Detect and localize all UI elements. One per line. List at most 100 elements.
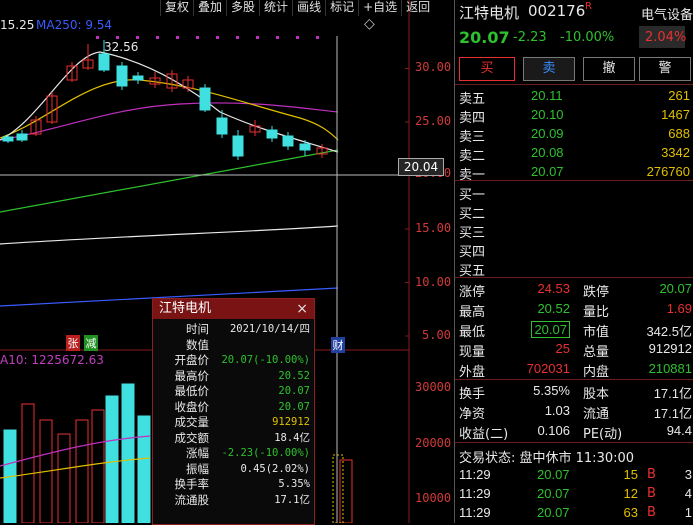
chart-toolbar: 复权 叠加 多股 统计 画线 标记 +自选 返回 (160, 0, 434, 16)
divider (455, 84, 693, 85)
tooltip-row: 涨幅 -2.23(-10.00%) (153, 446, 314, 462)
tick-side: B (647, 505, 656, 520)
tooltip-row: 时间 2021/10/14/四 (153, 322, 314, 338)
ma10-line (0, 79, 339, 141)
volume-tick: 10000 (415, 491, 452, 505)
tooltip-row-value: 912912 (272, 416, 310, 428)
diamond-icon[interactable]: ◇ (364, 16, 375, 32)
volume-bar (105, 395, 119, 523)
marker-dot (196, 36, 199, 39)
stat-value: 24.53 (537, 281, 570, 296)
tooltip-row-label: 最高价 (174, 368, 210, 383)
volume-bar (75, 419, 89, 523)
divider (455, 442, 693, 443)
toolbar-item[interactable]: 画线 (292, 0, 325, 16)
volume-bar (57, 433, 71, 523)
bid-label: 买二 (459, 207, 486, 222)
tooltip-row-label: 最低价 (174, 384, 210, 398)
ask-price[interactable]: 20.08 (531, 145, 564, 160)
tag-zhang[interactable]: 张 (66, 335, 80, 351)
cursor-price-label: 20.04 (398, 158, 444, 176)
tick-time: 11:29 (459, 467, 491, 482)
divider (455, 277, 693, 278)
price-tick: 10.00 (415, 275, 452, 289)
sector-pct: 2.04% (645, 30, 687, 45)
sell-button[interactable]: 卖 (523, 57, 575, 81)
sector-name[interactable]: 电气设备 (641, 4, 693, 23)
candle-body (116, 65, 128, 87)
toolbar-item[interactable]: 叠加 (193, 0, 226, 16)
tooltip-row-label: 流通股 (174, 492, 210, 507)
ma20-line (0, 102, 339, 141)
stat-value: 1.69 (666, 301, 692, 316)
ask-price[interactable]: 20.07 (531, 164, 564, 179)
tooltip-row: 成交量 912912 (153, 415, 314, 431)
stat-label: 净资 (459, 407, 486, 422)
stat-value: 342.5亿 (646, 324, 692, 339)
ma120-line (0, 225, 339, 245)
alert-button[interactable]: 警 (639, 57, 691, 81)
tooltip-row-label: 数值 (186, 337, 209, 352)
tick-side: B (647, 467, 656, 482)
ma250-label: MA250: 9.54 (36, 18, 113, 32)
tooltip-row-value: 17.1亿 (274, 493, 310, 506)
divider (455, 180, 693, 181)
ask-label: 卖三 (459, 130, 486, 145)
marker-dot (236, 36, 239, 39)
toolbar-item[interactable]: 统计 (259, 0, 292, 16)
candle-body (2, 136, 14, 142)
stat-label: 内盘 (583, 365, 610, 380)
ask-volume: 3342 (661, 145, 690, 160)
tooltip-row: 收盘价 20.07 (153, 400, 314, 416)
candle-body (16, 133, 28, 141)
toolbar-item[interactable]: 返回 (401, 0, 434, 16)
tooltip-row-label: 收盘价 (174, 399, 210, 414)
ask-price[interactable]: 20.09 (531, 126, 564, 141)
toolbar-item[interactable]: +自选 (358, 0, 401, 16)
bid-label: 买四 (459, 245, 486, 260)
buy-button[interactable]: 买 (459, 57, 515, 81)
tick-price: 20.07 (537, 505, 570, 520)
price-tick: 25.00 (415, 114, 452, 128)
tooltip-row-label: 成交额 (174, 430, 210, 445)
tick-count: 1 (684, 505, 692, 520)
volume-bar (91, 409, 105, 523)
high-price-label: 32.56 (104, 40, 139, 54)
toolbar-item[interactable]: 多股 (226, 0, 259, 16)
volume-bar (137, 415, 151, 523)
candle-body (216, 117, 228, 135)
marker-dot (216, 36, 219, 39)
tooltip-row-label: 换手率 (174, 477, 210, 491)
tooltip-row-label: 振幅 (186, 461, 209, 476)
tooltip-row-value: 18.4亿 (274, 431, 310, 444)
tick-price: 20.07 (537, 486, 570, 501)
tooltip-row-value: 0.45(2.02%) (240, 462, 310, 475)
tick-volume: 63 (623, 505, 638, 520)
marker-dot (156, 36, 159, 39)
tooltip-header: 江特电机 × (153, 299, 314, 319)
tick-time: 11:29 (459, 486, 491, 501)
tick-time: 11:29 (459, 505, 491, 520)
stock-code: 002176 (528, 2, 586, 20)
volume-ma-label: A10: 1225672.63 (0, 353, 104, 367)
tooltip-row-value: 5.35% (278, 478, 310, 490)
ask-volume: 276760 (646, 164, 690, 179)
tag-cai[interactable]: 财 (331, 337, 345, 353)
stat-value: 94.4 (666, 423, 692, 438)
tooltip-row: 开盘价 20.07(-10.00%) (153, 353, 314, 369)
stock-badge: R (585, 1, 592, 12)
ask-price[interactable]: 20.10 (531, 107, 564, 122)
toolbar-item[interactable]: 复权 (160, 0, 193, 16)
marker-dot (276, 36, 279, 39)
tooltip-row-value: 2021/10/14/四 (229, 323, 310, 335)
info-tooltip: 江特电机 × 时间 2021/10/14/四 数值 开盘价 20.07(-10.00%)… (152, 298, 315, 525)
ask-price[interactable]: 20.11 (531, 88, 563, 103)
tag-jian[interactable]: 减 (84, 335, 98, 351)
candle-body (98, 53, 110, 71)
close-icon[interactable]: × (296, 299, 308, 319)
cancel-order-button[interactable]: 撤 (583, 57, 635, 81)
tooltip-row-value: 20.07 (278, 400, 310, 413)
toolbar-item[interactable]: 标记 (325, 0, 358, 16)
stat-value: 25 (555, 341, 570, 356)
marker-dot (136, 36, 139, 39)
